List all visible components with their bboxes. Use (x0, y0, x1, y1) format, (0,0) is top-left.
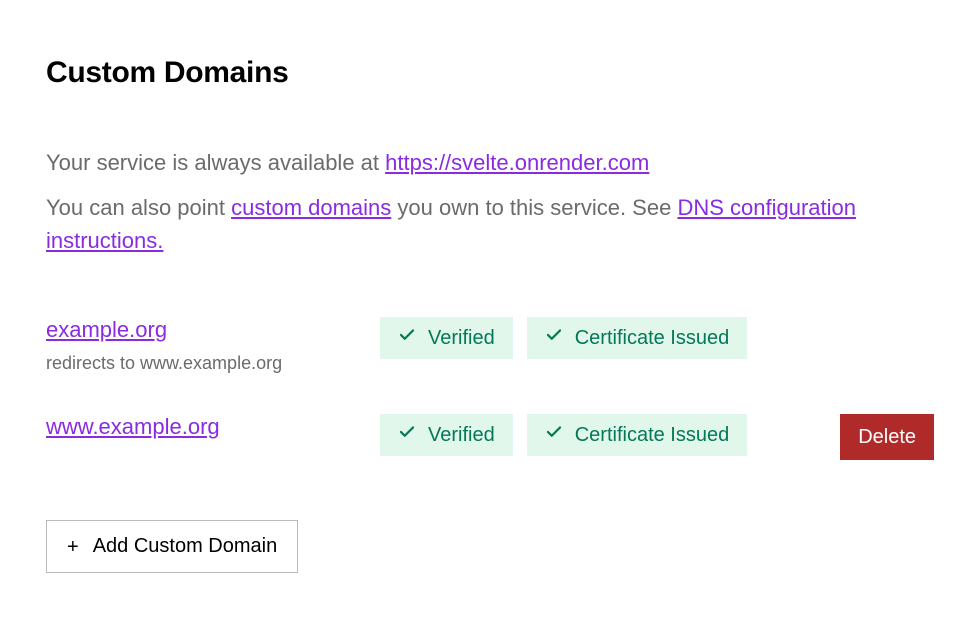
certificate-badge: Certificate Issued (527, 414, 748, 456)
domain-link[interactable]: www.example.org (46, 414, 220, 439)
plus-icon: + (67, 537, 79, 557)
service-url-link[interactable]: https://svelte.onrender.com (385, 150, 649, 175)
page-title: Custom Domains (46, 56, 934, 90)
check-icon (545, 326, 563, 350)
verified-badge: Verified (380, 414, 513, 456)
verified-badge: Verified (380, 317, 513, 359)
redirect-note: redirects to www.example.org (46, 353, 366, 374)
intro-line-1: Your service is always available at http… (46, 146, 934, 179)
check-icon (545, 423, 563, 447)
badge-label: Certificate Issued (575, 327, 730, 350)
domain-row: example.org redirects to www.example.org… (46, 317, 934, 374)
intro-text: You can also point (46, 195, 231, 220)
domain-row: www.example.org Verified Certificate Iss… (46, 414, 934, 460)
intro-text: you own to this service. See (391, 195, 677, 220)
badge-label: Verified (428, 424, 495, 447)
intro-text: Your service is always available at (46, 150, 385, 175)
check-icon (398, 326, 416, 350)
delete-button[interactable]: Delete (840, 414, 934, 460)
badge-label: Certificate Issued (575, 424, 730, 447)
intro-line-2: You can also point custom domains you ow… (46, 191, 934, 257)
badge-label: Verified (428, 327, 495, 350)
add-custom-domain-button[interactable]: + Add Custom Domain (46, 520, 298, 573)
add-button-label: Add Custom Domain (93, 535, 278, 558)
custom-domains-link[interactable]: custom domains (231, 195, 391, 220)
domain-link[interactable]: example.org (46, 317, 167, 342)
check-icon (398, 423, 416, 447)
certificate-badge: Certificate Issued (527, 317, 748, 359)
